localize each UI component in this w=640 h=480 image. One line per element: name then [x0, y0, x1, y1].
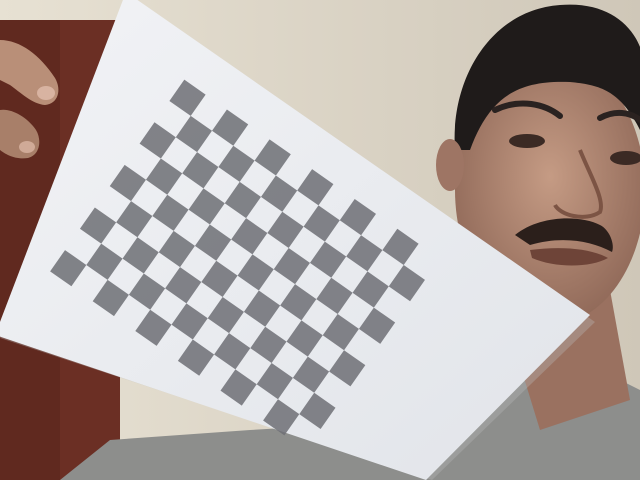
- left-eye: [509, 134, 545, 148]
- photo-scene: [0, 0, 640, 480]
- ear: [436, 139, 464, 191]
- index-nail: [19, 141, 35, 153]
- thumb-nail: [37, 86, 55, 100]
